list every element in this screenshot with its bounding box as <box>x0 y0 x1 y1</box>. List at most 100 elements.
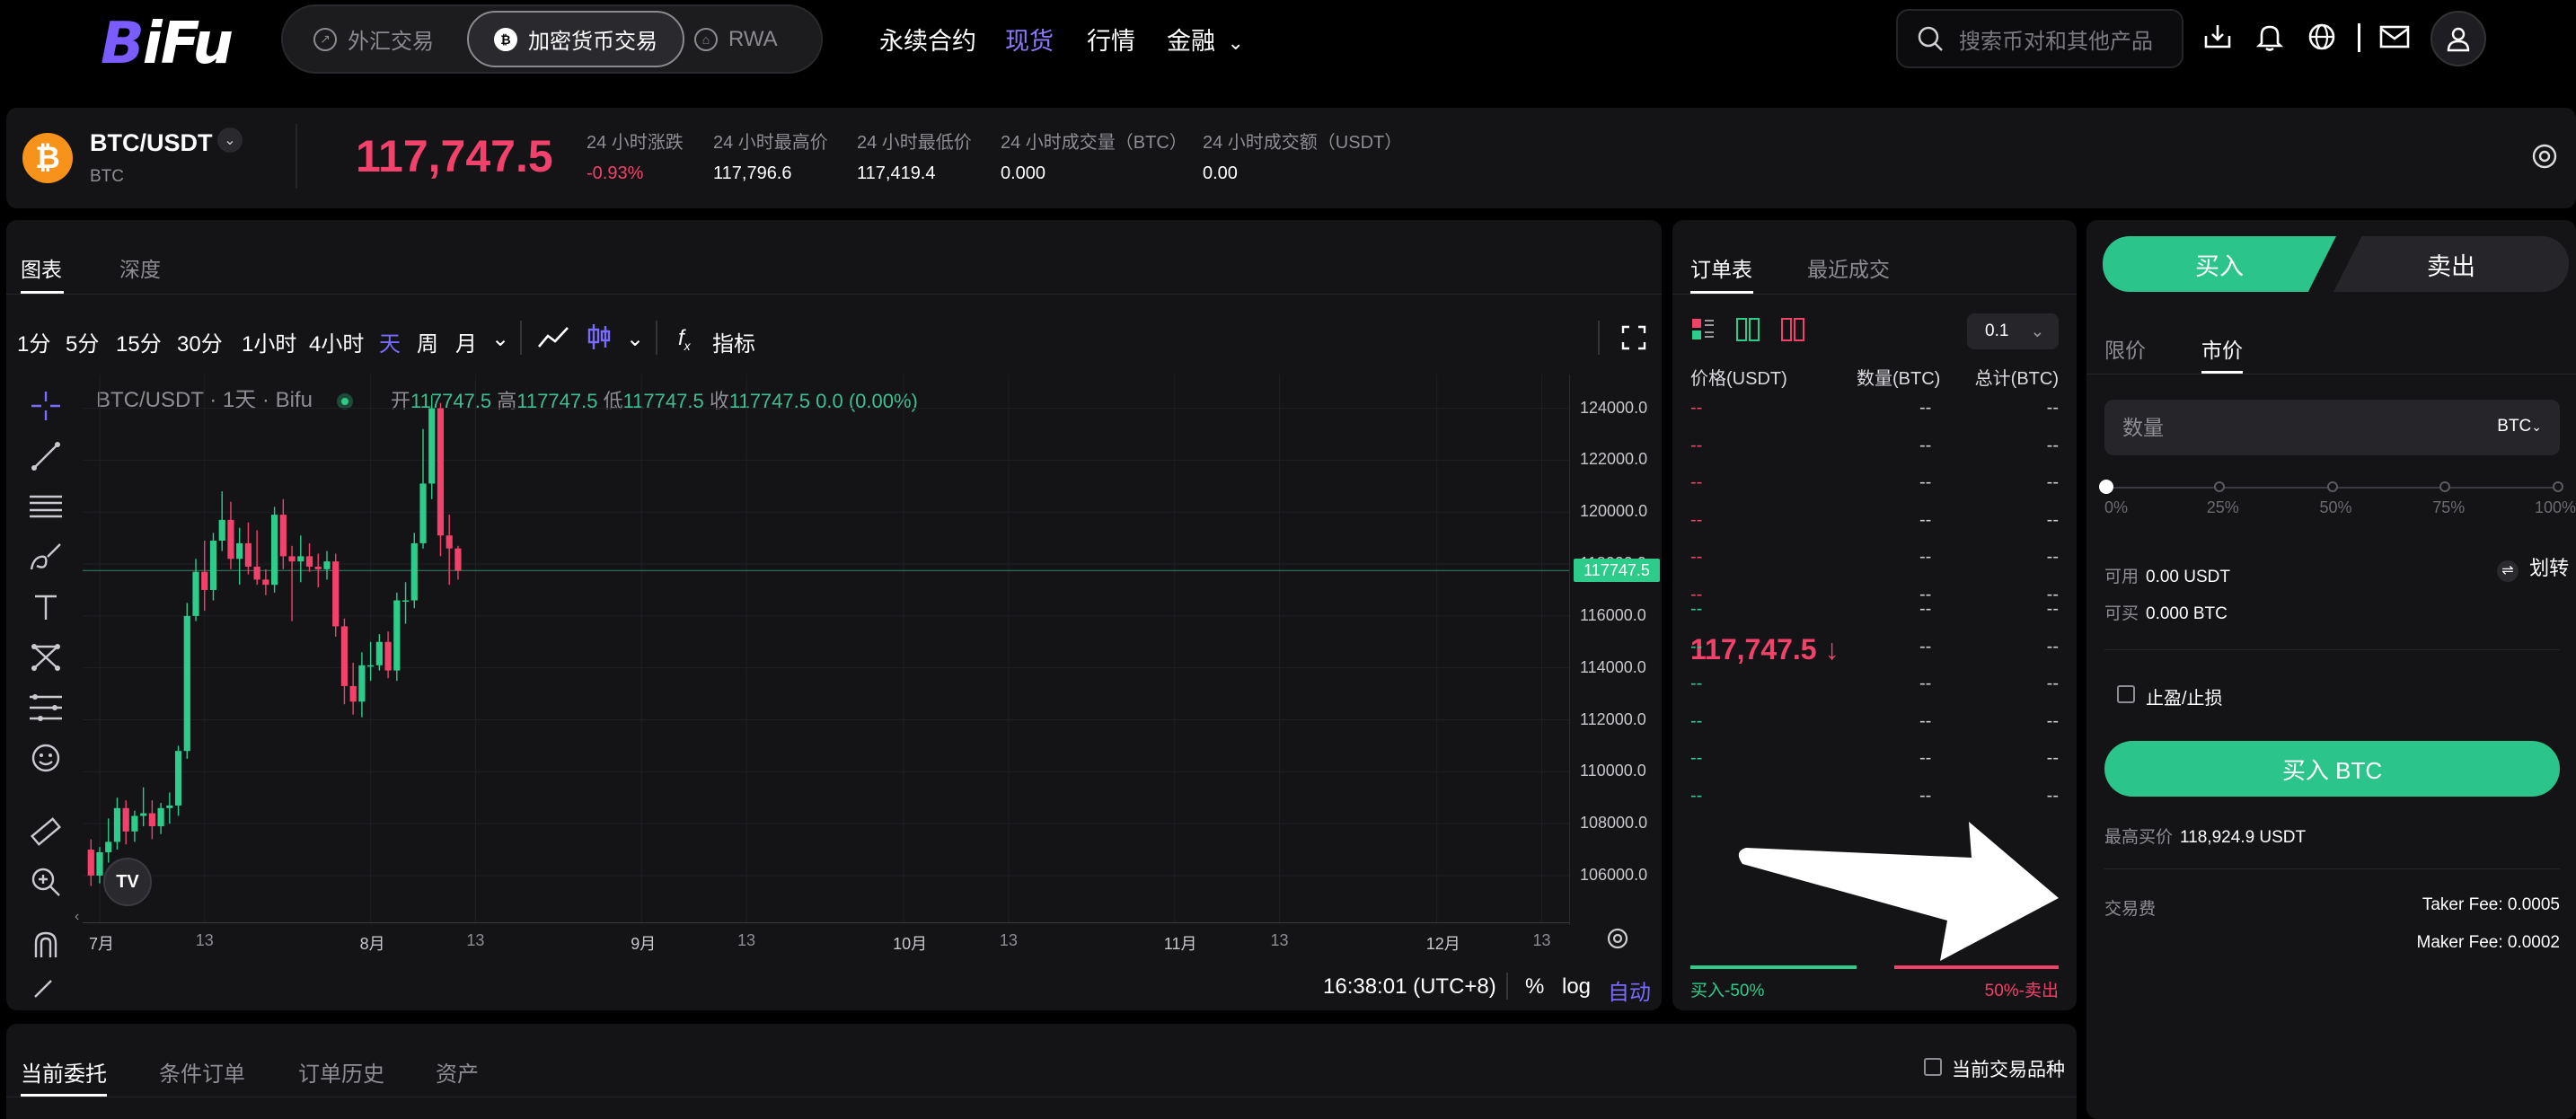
candle[interactable] <box>279 498 287 569</box>
pair-name[interactable]: BTC/USDT <box>90 129 213 157</box>
ask-row[interactable]: -- -- -- <box>1690 463 2059 501</box>
book-bids-view-icon[interactable] <box>1735 317 1760 342</box>
nav-finance[interactable]: 金融 ⌄ <box>1167 22 1244 57</box>
candle[interactable] <box>340 618 348 705</box>
bell-icon[interactable] <box>2254 22 2285 59</box>
tab-conditional-orders[interactable]: 条件订单 <box>159 1056 245 1088</box>
candle[interactable] <box>166 792 173 824</box>
candle[interactable] <box>367 641 375 682</box>
order-type-limit[interactable]: 限价 <box>2104 333 2146 364</box>
candle[interactable] <box>437 402 445 557</box>
sell-tab[interactable]: 卖出 <box>2333 236 2569 292</box>
candle[interactable] <box>105 818 112 863</box>
segment-crypto[interactable]: ₿ 加密货币交易 <box>467 11 684 67</box>
precision-select[interactable]: 0.1 ⌄ <box>1967 313 2059 349</box>
candle[interactable] <box>401 582 410 624</box>
candle[interactable] <box>174 745 182 816</box>
globe-icon[interactable] <box>2307 22 2337 59</box>
bid-row[interactable]: -- -- -- <box>1690 628 2059 665</box>
slider-dot[interactable] <box>2213 481 2225 492</box>
percent-scale-toggle[interactable]: % <box>1525 974 1544 1000</box>
segment-forex[interactable]: ↗ 外汇交易 <box>288 11 459 67</box>
candle[interactable] <box>375 634 383 671</box>
candle[interactable] <box>87 839 94 886</box>
candle[interactable] <box>410 533 418 609</box>
candle[interactable] <box>192 559 199 621</box>
user-icon[interactable] <box>2430 11 2486 66</box>
slider-dot[interactable] <box>2553 481 2563 492</box>
tab-open-orders[interactable]: 当前委托 <box>21 1056 107 1088</box>
candle[interactable] <box>122 800 129 845</box>
ask-row[interactable]: -- -- -- <box>1690 538 2059 576</box>
slider-dot[interactable] <box>2326 481 2338 492</box>
order-type-market[interactable]: 市价 <box>2201 333 2243 364</box>
candle[interactable] <box>271 507 278 593</box>
candle[interactable] <box>419 428 427 549</box>
candle[interactable] <box>140 787 147 827</box>
candle[interactable] <box>96 847 103 884</box>
candle[interactable] <box>288 545 296 621</box>
bid-row[interactable]: -- -- -- <box>1690 702 2059 740</box>
ask-row[interactable]: -- -- -- <box>1690 389 2059 427</box>
scroll-left-icon[interactable]: ‹ <box>75 909 79 925</box>
nav-spot[interactable]: 现货 <box>1005 22 1054 57</box>
candle[interactable] <box>349 662 357 715</box>
candle[interactable] <box>113 797 121 850</box>
log-scale-toggle[interactable]: log <box>1562 974 1591 1000</box>
candle[interactable] <box>393 592 401 682</box>
nav-markets[interactable]: 行情 <box>1087 22 1135 57</box>
nav-perpetual[interactable]: 永续合约 <box>879 22 976 57</box>
candle[interactable] <box>384 631 392 679</box>
candle[interactable] <box>183 603 190 759</box>
candlestick-chart[interactable] <box>6 220 1662 1010</box>
tab-order-history[interactable]: 订单历史 <box>298 1056 384 1088</box>
candle[interactable] <box>305 542 313 572</box>
buy-tab[interactable]: 买入 <box>2103 236 2336 292</box>
candle[interactable] <box>358 652 366 718</box>
bid-row[interactable]: -- -- -- <box>1690 665 2059 702</box>
download-icon[interactable] <box>2202 22 2233 59</box>
tab-assets[interactable]: 资产 <box>436 1056 479 1088</box>
candle[interactable] <box>209 533 217 601</box>
candle[interactable] <box>236 527 243 586</box>
bid-row[interactable]: -- -- -- <box>1690 590 2059 628</box>
current-pair-checkbox[interactable] <box>1924 1058 1942 1076</box>
quantity-input[interactable] <box>2104 400 2446 455</box>
buy-btc-button[interactable]: 买入 BTC <box>2104 741 2560 797</box>
candle[interactable] <box>131 810 138 842</box>
search-box[interactable]: 搜索币对和其他产品 <box>1896 9 2183 68</box>
slider-dot[interactable] <box>2439 481 2451 492</box>
candle[interactable] <box>454 545 462 580</box>
slider-dot[interactable] <box>2099 480 2113 494</box>
candle[interactable] <box>253 530 260 586</box>
candle[interactable] <box>157 803 164 834</box>
quantity-unit-select[interactable]: BTC⌄ <box>2497 417 2542 436</box>
ask-row[interactable]: -- -- -- <box>1690 427 2059 464</box>
candle[interactable] <box>332 553 340 637</box>
transfer-button[interactable]: ⇌ 划转 <box>2497 552 2569 582</box>
candle[interactable] <box>428 395 436 499</box>
ask-row[interactable]: -- -- -- <box>1690 501 2059 539</box>
tpsl-checkbox[interactable] <box>2117 685 2135 703</box>
candle[interactable] <box>446 515 453 586</box>
tab-recent-trades[interactable]: 最近成交 <box>1807 252 1890 283</box>
pair-dropdown-icon[interactable]: ⌄ <box>217 128 243 153</box>
candle[interactable] <box>297 535 304 583</box>
chart-settings-icon[interactable] <box>1605 926 1630 956</box>
segment-rwa[interactable]: ⌂ RWA <box>669 11 803 67</box>
tradingview-logo-icon[interactable]: TV <box>103 858 152 906</box>
candle[interactable] <box>323 551 331 580</box>
auto-scale-toggle[interactable]: 自动 <box>1608 974 1651 1006</box>
bifu-logo[interactable]: BiFu <box>101 11 234 77</box>
candle[interactable] <box>148 800 155 840</box>
tab-order-book[interactable]: 订单表 <box>1690 252 1752 283</box>
candle[interactable] <box>244 522 252 575</box>
book-both-view-icon[interactable] <box>1690 317 1716 342</box>
candle[interactable] <box>201 541 208 612</box>
candle[interactable] <box>262 568 269 595</box>
bid-row[interactable]: -- -- -- <box>1690 739 2059 777</box>
settings-icon[interactable] <box>2530 142 2559 178</box>
book-asks-view-icon[interactable] <box>1780 317 1805 342</box>
mail-icon[interactable] <box>2378 22 2411 59</box>
candle[interactable] <box>218 491 225 551</box>
